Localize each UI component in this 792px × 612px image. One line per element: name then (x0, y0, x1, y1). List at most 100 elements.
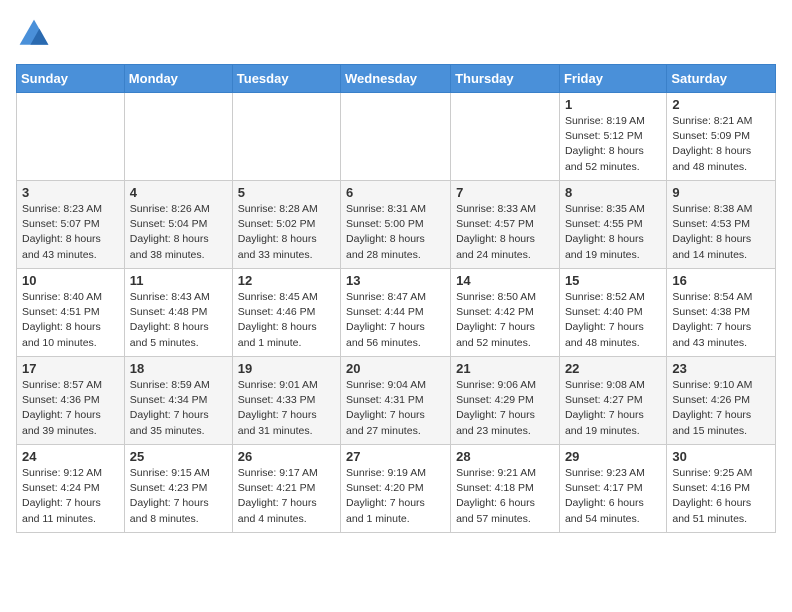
day-info: Sunrise: 8:43 AMSunset: 4:48 PMDaylight:… (130, 290, 227, 351)
calendar-cell: 11 Sunrise: 8:43 AMSunset: 4:48 PMDayligh… (124, 269, 232, 357)
calendar-week-row: 17Sunrise: 8:57 AMSunset: 4:36 PMDayligh… (17, 357, 776, 445)
day-info: Sunrise: 8:21 AMSunset: 5:09 PMDaylight:… (672, 114, 770, 175)
calendar-cell: 1Sunrise: 8:19 AMSunset: 5:12 PMDaylight… (559, 93, 666, 181)
calendar-week-row: 3 Sunrise: 8:23 AMSunset: 5:07 PMDaylight… (17, 181, 776, 269)
calendar-header-monday: Monday (124, 65, 232, 93)
day-info: Sunrise: 9:15 AMSunset: 4:23 PMDaylight:… (130, 466, 227, 527)
day-info: Sunrise: 9:23 AMSunset: 4:17 PMDaylight:… (565, 466, 661, 527)
day-number: 21 (456, 361, 554, 376)
calendar-cell: 16Sunrise: 8:54 AMSunset: 4:38 PMDayligh… (667, 269, 776, 357)
calendar-cell: 4 Sunrise: 8:26 AMSunset: 5:04 PMDaylight… (124, 181, 232, 269)
day-info: Sunrise: 9:17 AMSunset: 4:21 PMDaylight:… (238, 466, 335, 527)
calendar-cell: 2 Sunrise: 8:21 AMSunset: 5:09 PMDaylight… (667, 93, 776, 181)
calendar-cell: 23 Sunrise: 9:10 AMSunset: 4:26 PMDayligh… (667, 357, 776, 445)
calendar-cell: 13 Sunrise: 8:47 AMSunset: 4:44 PMDayligh… (341, 269, 451, 357)
calendar-cell: 5Sunrise: 8:28 AMSunset: 5:02 PMDaylight… (232, 181, 340, 269)
calendar-week-row: 10Sunrise: 8:40 AMSunset: 4:51 PMDayligh… (17, 269, 776, 357)
day-info: Sunrise: 8:40 AMSunset: 4:51 PMDaylight:… (22, 290, 119, 351)
calendar-cell: 14 Sunrise: 8:50 AMSunset: 4:42 PMDayligh… (451, 269, 560, 357)
day-number: 1 (565, 97, 661, 112)
day-number: 9 (672, 185, 770, 200)
calendar-cell: 19 Sunrise: 9:01 AMSunset: 4:33 PMDayligh… (232, 357, 340, 445)
day-info: Sunrise: 9:04 AMSunset: 4:31 PMDaylight:… (346, 378, 445, 439)
day-info: Sunrise: 8:52 AMSunset: 4:40 PMDaylight:… (565, 290, 661, 351)
day-number: 18 (130, 361, 227, 376)
calendar-cell: 15Sunrise: 8:52 AMSunset: 4:40 PMDayligh… (559, 269, 666, 357)
calendar-cell: 20 Sunrise: 9:04 AMSunset: 4:31 PMDayligh… (341, 357, 451, 445)
day-info: Sunrise: 8:59 AMSunset: 4:34 PMDaylight:… (130, 378, 227, 439)
day-info: Sunrise: 8:26 AMSunset: 5:04 PMDaylight:… (130, 202, 227, 263)
calendar-cell: 25 Sunrise: 9:15 AMSunset: 4:23 PMDayligh… (124, 445, 232, 533)
calendar-cell: 24 Sunrise: 9:12 AMSunset: 4:24 PMDayligh… (17, 445, 125, 533)
calendar-cell: 6 Sunrise: 8:31 AMSunset: 5:00 PMDaylight… (341, 181, 451, 269)
calendar-cell: 12 Sunrise: 8:45 AMSunset: 4:46 PMDayligh… (232, 269, 340, 357)
day-number: 7 (456, 185, 554, 200)
calendar-header-sunday: Sunday (17, 65, 125, 93)
day-info: Sunrise: 8:28 AMSunset: 5:02 PMDaylight:… (238, 202, 335, 263)
day-info: Sunrise: 9:01 AMSunset: 4:33 PMDaylight:… (238, 378, 335, 439)
day-info: Sunrise: 8:57 AMSunset: 4:36 PMDaylight:… (22, 378, 119, 439)
day-info: Sunrise: 9:12 AMSunset: 4:24 PMDaylight:… (22, 466, 119, 527)
calendar-cell: 28 Sunrise: 9:21 AMSunset: 4:18 PMDayligh… (451, 445, 560, 533)
day-info: Sunrise: 8:45 AMSunset: 4:46 PMDaylight:… (238, 290, 335, 351)
day-number: 30 (672, 449, 770, 464)
header (16, 16, 776, 52)
calendar-cell: 8 Sunrise: 8:35 AMSunset: 4:55 PMDaylight… (559, 181, 666, 269)
logo (16, 16, 56, 52)
calendar-header-saturday: Saturday (667, 65, 776, 93)
day-number: 2 (672, 97, 770, 112)
calendar-cell (232, 93, 340, 181)
day-number: 14 (456, 273, 554, 288)
day-number: 12 (238, 273, 335, 288)
day-info: Sunrise: 9:21 AMSunset: 4:18 PMDaylight:… (456, 466, 554, 527)
day-number: 28 (456, 449, 554, 464)
calendar-cell: 29 Sunrise: 9:23 AMSunset: 4:17 PMDayligh… (559, 445, 666, 533)
day-info: Sunrise: 8:33 AMSunset: 4:57 PMDaylight:… (456, 202, 554, 263)
day-info: Sunrise: 9:25 AMSunset: 4:16 PMDaylight:… (672, 466, 770, 527)
calendar-header-row: SundayMondayTuesdayWednesdayThursdayFrid… (17, 65, 776, 93)
calendar-header-wednesday: Wednesday (341, 65, 451, 93)
calendar-cell: 30 Sunrise: 9:25 AMSunset: 4:16 PMDayligh… (667, 445, 776, 533)
day-number: 25 (130, 449, 227, 464)
calendar-cell: 3 Sunrise: 8:23 AMSunset: 5:07 PMDaylight… (17, 181, 125, 269)
day-info: Sunrise: 8:23 AMSunset: 5:07 PMDaylight:… (22, 202, 119, 263)
day-info: Sunrise: 8:35 AMSunset: 4:55 PMDaylight:… (565, 202, 661, 263)
calendar-cell: 17Sunrise: 8:57 AMSunset: 4:36 PMDayligh… (17, 357, 125, 445)
calendar-cell (341, 93, 451, 181)
day-info: Sunrise: 8:47 AMSunset: 4:44 PMDaylight:… (346, 290, 445, 351)
logo-icon (16, 16, 52, 52)
day-number: 19 (238, 361, 335, 376)
calendar-cell: 22 Sunrise: 9:08 AMSunset: 4:27 PMDayligh… (559, 357, 666, 445)
day-info: Sunrise: 8:50 AMSunset: 4:42 PMDaylight:… (456, 290, 554, 351)
calendar-cell: 27Sunrise: 9:19 AMSunset: 4:20 PMDayligh… (341, 445, 451, 533)
day-number: 24 (22, 449, 119, 464)
day-number: 23 (672, 361, 770, 376)
calendar-cell (124, 93, 232, 181)
day-number: 4 (130, 185, 227, 200)
calendar-cell: 18 Sunrise: 8:59 AMSunset: 4:34 PMDayligh… (124, 357, 232, 445)
day-info: Sunrise: 9:08 AMSunset: 4:27 PMDaylight:… (565, 378, 661, 439)
calendar-cell (451, 93, 560, 181)
day-number: 3 (22, 185, 119, 200)
calendar-cell: 7 Sunrise: 8:33 AMSunset: 4:57 PMDaylight… (451, 181, 560, 269)
day-number: 27 (346, 449, 445, 464)
day-info: Sunrise: 8:31 AMSunset: 5:00 PMDaylight:… (346, 202, 445, 263)
calendar-header-friday: Friday (559, 65, 666, 93)
calendar-cell: 26 Sunrise: 9:17 AMSunset: 4:21 PMDayligh… (232, 445, 340, 533)
day-info: Sunrise: 9:10 AMSunset: 4:26 PMDaylight:… (672, 378, 770, 439)
calendar-week-row: 1Sunrise: 8:19 AMSunset: 5:12 PMDaylight… (17, 93, 776, 181)
day-number: 22 (565, 361, 661, 376)
calendar-header-thursday: Thursday (451, 65, 560, 93)
calendar-cell (17, 93, 125, 181)
day-number: 13 (346, 273, 445, 288)
calendar-week-row: 24 Sunrise: 9:12 AMSunset: 4:24 PMDayligh… (17, 445, 776, 533)
day-info: Sunrise: 8:38 AMSunset: 4:53 PMDaylight:… (672, 202, 770, 263)
day-number: 20 (346, 361, 445, 376)
calendar-table: SundayMondayTuesdayWednesdayThursdayFrid… (16, 64, 776, 533)
day-number: 8 (565, 185, 661, 200)
day-number: 29 (565, 449, 661, 464)
day-number: 26 (238, 449, 335, 464)
day-number: 6 (346, 185, 445, 200)
day-number: 11 (130, 273, 227, 288)
calendar-header-tuesday: Tuesday (232, 65, 340, 93)
